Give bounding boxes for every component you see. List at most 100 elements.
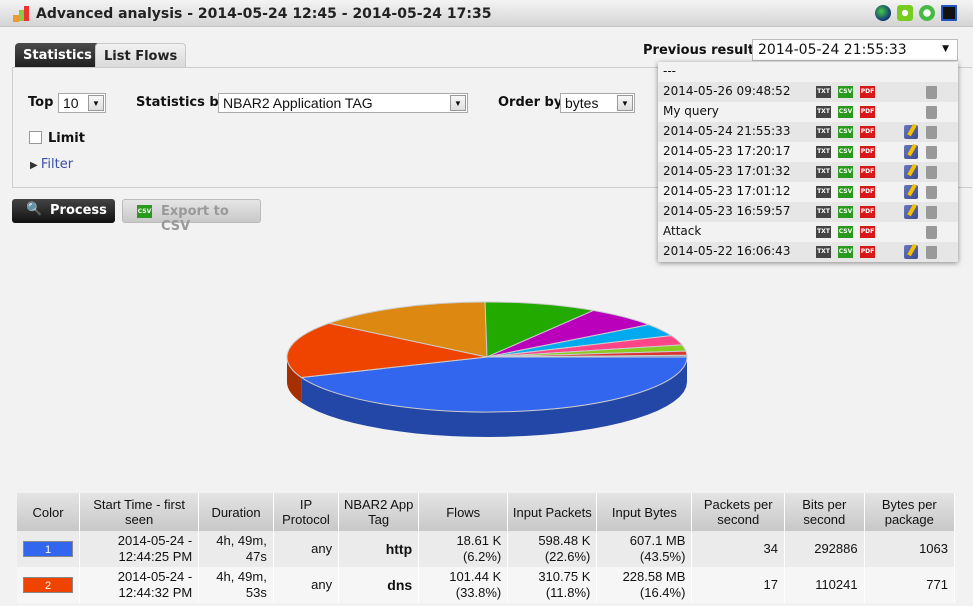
csv-file-icon[interactable]: CSV <box>838 246 853 258</box>
cell-tag: http <box>338 531 420 567</box>
column-header[interactable]: Packets per second <box>691 493 786 531</box>
previous-result-item[interactable]: 2014-05-24 21:55:33 TXT CSV PDF <box>658 122 958 142</box>
txt-file-icon[interactable]: TXT <box>816 246 831 258</box>
txt-file-icon[interactable]: TXT <box>816 126 831 138</box>
previous-result-item[interactable]: 2014-05-23 16:59:57 TXT CSV PDF <box>658 202 958 222</box>
txt-file-icon[interactable]: TXT <box>816 86 831 98</box>
csv-file-icon[interactable]: CSV <box>838 226 853 238</box>
globe-icon[interactable] <box>875 5 891 21</box>
top-select[interactable]: 10 ▼ <box>58 93 106 113</box>
trash-icon[interactable] <box>926 86 937 99</box>
previous-result-item[interactable]: 2014-05-22 16:06:43 TXT CSV PDF <box>658 242 958 262</box>
cell-proto: any <box>273 531 340 567</box>
result-name: 2014-05-24 21:55:33 <box>663 124 791 138</box>
pdf-file-icon[interactable]: PDF <box>860 246 875 258</box>
terminal-icon[interactable] <box>941 5 957 21</box>
cell-flows: 101.44 K (33.8%) <box>418 567 509 603</box>
csv-file-icon[interactable]: CSV <box>838 166 853 178</box>
pdf-file-icon[interactable]: PDF <box>860 206 875 218</box>
txt-file-icon[interactable]: TXT <box>816 186 831 198</box>
previous-results-dropdown: --- 2014-05-26 09:48:52 TXT CSV PDF My query T… <box>658 62 958 262</box>
trash-icon[interactable] <box>926 166 937 179</box>
edit-icon[interactable] <box>904 205 918 219</box>
pie-chart <box>286 301 688 437</box>
cell-start: 2014-05-24 - 12:44:32 PM <box>79 567 200 603</box>
column-header[interactable]: Input Bytes <box>596 493 693 531</box>
txt-file-icon[interactable]: TXT <box>816 166 831 178</box>
column-header[interactable]: NBAR2 App Tag <box>338 493 420 531</box>
edit-icon[interactable] <box>904 185 918 199</box>
csv-file-icon[interactable]: CSV <box>838 146 853 158</box>
pdf-file-icon[interactable]: PDF <box>860 86 875 98</box>
csv-file-icon[interactable]: CSV <box>838 106 853 118</box>
green-square-icon[interactable] <box>897 5 913 21</box>
order-by-label: Order by <box>498 95 563 110</box>
edit-icon[interactable] <box>904 245 918 259</box>
export-csv-button[interactable]: CSV Export to CSV <box>122 199 261 234</box>
previous-result-item[interactable]: My query TXT CSV PDF <box>658 102 958 122</box>
cell-pps: 17 <box>691 567 786 603</box>
edit-icon[interactable] <box>904 165 918 179</box>
column-header[interactable]: Flows <box>418 493 509 531</box>
trash-icon[interactable] <box>926 246 937 259</box>
column-header[interactable]: Color <box>17 493 80 531</box>
previous-result-item[interactable]: 2014-05-23 17:01:32 TXT CSV PDF <box>658 162 958 182</box>
result-name: Attack <box>663 224 702 238</box>
csv-file-icon[interactable]: CSV <box>838 186 853 198</box>
csv-file-icon[interactable]: CSV <box>838 126 853 138</box>
edit-icon[interactable] <box>904 125 918 139</box>
csv-file-icon[interactable]: CSV <box>838 86 853 98</box>
pdf-file-icon[interactable]: PDF <box>860 126 875 138</box>
previous-result-item[interactable]: Attack TXT CSV PDF <box>658 222 958 242</box>
cell-packets: 310.75 K (11.8%) <box>507 567 598 603</box>
result-name: 2014-05-23 16:59:57 <box>663 204 791 218</box>
cell-packets: 598.48 K (22.6%) <box>507 531 598 567</box>
edit-icon[interactable] <box>904 145 918 159</box>
previous-results-select[interactable]: 2014-05-24 21:55:33 ▼ <box>752 39 958 61</box>
trash-icon[interactable] <box>926 126 937 139</box>
statistics-by-value: NBAR2 Application TAG <box>223 95 373 111</box>
txt-file-icon[interactable]: TXT <box>816 146 831 158</box>
column-header[interactable]: Bits per second <box>784 493 865 531</box>
trash-icon[interactable] <box>926 186 937 199</box>
trash-icon[interactable] <box>926 226 937 239</box>
order-by-select[interactable]: bytes ▼ <box>560 93 635 113</box>
csv-file-icon[interactable]: CSV <box>838 206 853 218</box>
tab-list-flows[interactable]: List Flows <box>95 43 187 68</box>
trash-icon[interactable] <box>926 206 937 219</box>
column-header[interactable]: Duration <box>198 493 274 531</box>
trash-icon[interactable] <box>926 106 937 119</box>
limit-label: Limit <box>48 131 85 146</box>
table-row: 1 2014-05-24 - 12:44:25 PM 4h, 49m, 47s any… <box>17 531 956 567</box>
cell-bpp: 1063 <box>864 531 956 567</box>
previous-result-item[interactable]: --- <box>658 62 958 82</box>
previous-result-item[interactable]: 2014-05-26 09:48:52 TXT CSV PDF <box>658 82 958 102</box>
trash-icon[interactable] <box>926 146 937 159</box>
chart-logo-icon <box>13 6 29 22</box>
color-cell: 1 <box>17 531 80 567</box>
color-cell: 2 <box>17 567 80 603</box>
pdf-file-icon[interactable]: PDF <box>860 186 875 198</box>
txt-file-icon[interactable]: TXT <box>816 226 831 238</box>
limit-checkbox[interactable] <box>29 131 42 144</box>
txt-file-icon[interactable]: TXT <box>816 106 831 118</box>
txt-file-icon[interactable]: TXT <box>816 206 831 218</box>
column-header[interactable]: IP Protocol <box>273 493 340 531</box>
tab-statistics[interactable]: Statistics <box>15 43 100 68</box>
pdf-file-icon[interactable]: PDF <box>860 226 875 238</box>
result-name: --- <box>663 64 676 78</box>
pdf-file-icon[interactable]: PDF <box>860 106 875 118</box>
pdf-file-icon[interactable]: PDF <box>860 146 875 158</box>
chevron-down-icon: ▼ <box>88 95 104 111</box>
order-by-value: bytes <box>565 95 599 111</box>
column-header[interactable]: Input Packets <box>507 493 598 531</box>
process-button[interactable]: 🔍 Process <box>12 199 115 223</box>
column-header[interactable]: Bytes per package <box>864 493 956 531</box>
filter-toggle[interactable]: ▶ Filter <box>30 157 73 172</box>
column-header[interactable]: Start Time - first seen <box>79 493 200 531</box>
previous-result-item[interactable]: 2014-05-23 17:20:17 TXT CSV PDF <box>658 142 958 162</box>
green-gear-icon[interactable] <box>919 5 935 21</box>
statistics-by-select[interactable]: NBAR2 Application TAG ▼ <box>218 93 468 113</box>
pdf-file-icon[interactable]: PDF <box>860 166 875 178</box>
previous-result-item[interactable]: 2014-05-23 17:01:12 TXT CSV PDF <box>658 182 958 202</box>
